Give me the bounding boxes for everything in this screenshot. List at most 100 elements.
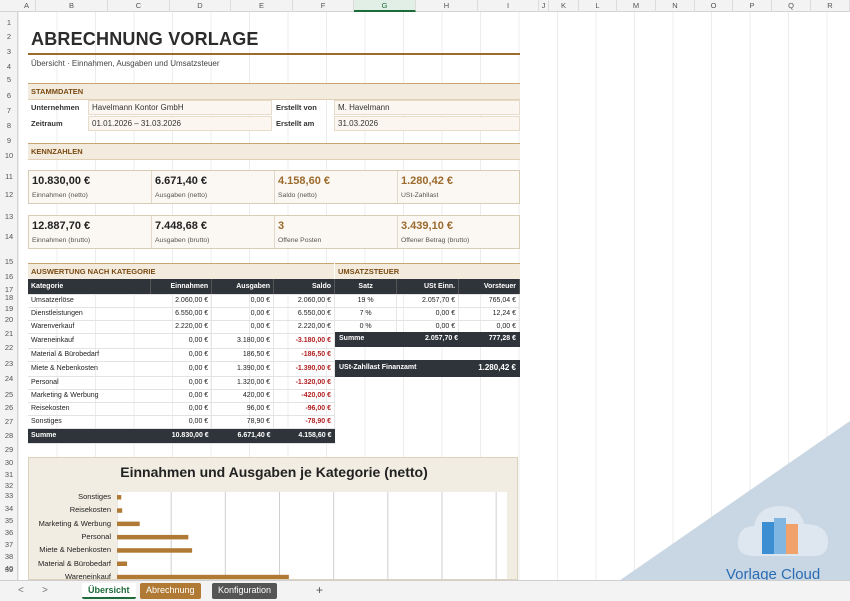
table-row[interactable]: Reisekosten 0,00 €96,00 € -96,00 € <box>28 402 335 416</box>
row-header-19[interactable]: 19 <box>0 304 18 313</box>
table-cell[interactable]: Reisekosten <box>28 402 151 416</box>
table-cell[interactable]: 420,00 € <box>211 389 275 403</box>
table-cell[interactable]: Sonstiges <box>28 415 151 429</box>
table-cell[interactable]: 186,50 € <box>211 348 275 362</box>
row-header-11[interactable]: 11 <box>0 172 18 181</box>
column-header-R[interactable]: R <box>811 0 850 12</box>
table-row[interactable]: 19 % 2.057,70 €765,04 € <box>335 294 520 308</box>
table-cell[interactable]: 78,90 € <box>211 415 275 429</box>
tab-konfiguration[interactable]: Konfiguration <box>212 583 278 599</box>
table-cell[interactable]: 765,04 € <box>458 294 520 308</box>
table-cell[interactable]: Material & Bürobedarf <box>28 348 151 362</box>
kpi-offene-posten[interactable]: 3 Offene Posten <box>275 216 398 248</box>
table-cell[interactable]: -3.180,00 € <box>273 333 335 349</box>
column-header-E[interactable]: E <box>231 0 293 12</box>
row-header-3[interactable]: 3 <box>0 47 18 56</box>
table-cell[interactable]: 0,00 € <box>211 294 275 308</box>
table-cell[interactable]: 0,00 € <box>211 307 275 321</box>
table-cell[interactable]: Wareneinkauf <box>28 333 151 349</box>
row-header-8[interactable]: 8 <box>0 121 18 130</box>
column-header-A[interactable]: A <box>18 0 36 12</box>
row-header-35[interactable]: 35 <box>0 516 18 525</box>
row-header-24[interactable]: 24 <box>0 374 18 383</box>
table-cell[interactable]: 0,00 € <box>396 307 460 321</box>
table-cell[interactable]: 2.060,00 € <box>150 294 213 308</box>
row-header-25[interactable]: 25 <box>0 390 18 399</box>
table-cell[interactable]: Miete & Nebenkosten <box>28 361 151 377</box>
table-row[interactable]: Umsatzerlöse 2.060,00 €0,00 €2.060,00 € <box>28 294 335 308</box>
kpi-ausgaben-netto[interactable]: 6.671,40 € Ausgaben (netto) <box>152 171 275 203</box>
row-header-27[interactable]: 27 <box>0 417 18 426</box>
table-cell[interactable]: 2.057,70 € <box>396 294 460 308</box>
table-row[interactable]: Warenverkauf 2.220,00 €0,00 €2.220,00 € <box>28 320 335 334</box>
kpi-ausgaben-brutto[interactable]: 7.448,68 € Ausgaben (brutto) <box>152 216 275 248</box>
row-header-9[interactable]: 9 <box>0 136 18 145</box>
table-cell[interactable]: Dienstleistungen <box>28 307 151 321</box>
kpi-ust-zahllast[interactable]: 1.280,42 € USt-Zahllast <box>398 171 521 203</box>
field-erstellt-am[interactable]: 31.03.2026 <box>334 116 520 131</box>
row-header-1[interactable]: 1 <box>0 18 18 27</box>
field-unternehmen[interactable]: Havelmann Kontor GmbH <box>88 100 272 115</box>
column-header-K[interactable]: K <box>549 0 579 12</box>
bar-chart[interactable]: Einnahmen und Ausgaben je Kategorie (net… <box>28 457 518 580</box>
column-header-D[interactable]: D <box>170 0 231 12</box>
row-header-22[interactable]: 22 <box>0 343 18 352</box>
table-cell[interactable]: 19 % <box>335 294 398 308</box>
column-header-M[interactable]: M <box>617 0 656 12</box>
row-header-12[interactable]: 12 <box>0 190 18 199</box>
table-cell[interactable]: 0,00 € <box>211 320 275 334</box>
row-header-32[interactable]: 32 <box>0 481 18 490</box>
row-header-34[interactable]: 34 <box>0 504 18 513</box>
table-row[interactable]: 7 % 0,00 €12,24 € <box>335 307 520 321</box>
table-cell[interactable]: 6.550,00 € <box>150 307 213 321</box>
table-cell[interactable]: 0,00 € <box>150 348 213 362</box>
row-header-33[interactable]: 33 <box>0 491 18 500</box>
column-header-P[interactable]: P <box>733 0 772 12</box>
table-cell[interactable]: 0,00 € <box>150 415 213 429</box>
table-row[interactable]: Dienstleistungen 6.550,00 €0,00 €6.550,00… <box>28 307 335 321</box>
table-cell[interactable]: -96,00 € <box>273 402 335 416</box>
column-header-H[interactable]: H <box>416 0 478 12</box>
tab-abrechnung[interactable]: Abrechnung <box>140 583 201 599</box>
table-row[interactable]: Wareneinkauf 0,00 €3.180,00 € -3.180,00 € <box>28 333 335 349</box>
table-cell[interactable]: 0,00 € <box>150 333 213 349</box>
column-header-F[interactable]: F <box>293 0 354 12</box>
row-header-28[interactable]: 28 <box>0 431 18 440</box>
row-header-31[interactable]: 31 <box>0 470 18 479</box>
table-cell[interactable]: -78,90 € <box>273 415 335 429</box>
row-header-38[interactable]: 38 <box>0 552 18 561</box>
row-header-16[interactable]: 16 <box>0 272 18 281</box>
table-cell[interactable]: -420,00 € <box>273 389 335 403</box>
tab-nav-next[interactable]: > <box>42 585 48 596</box>
table-row[interactable]: Marketing & Werbung 0,00 €420,00 € -420,00… <box>28 389 335 403</box>
row-header-10[interactable]: 10 <box>0 151 18 160</box>
row-header-15[interactable]: 15 <box>0 257 18 266</box>
row-header-6[interactable]: 6 <box>0 91 18 100</box>
row-header-5[interactable]: 5 <box>0 75 18 84</box>
table-cell[interactable]: 2.220,00 € <box>150 320 213 334</box>
field-zeitraum[interactable]: 01.01.2026 – 31.03.2026 <box>88 116 272 131</box>
column-header-G[interactable]: G <box>354 0 416 12</box>
table-cell[interactable]: 96,00 € <box>211 402 275 416</box>
table-row[interactable]: Sonstiges 0,00 €78,90 € -78,90 € <box>28 415 335 429</box>
table-cell[interactable]: 7 % <box>335 307 398 321</box>
table-cell[interactable]: Marketing & Werbung <box>28 389 151 403</box>
row-header-29[interactable]: 29 <box>0 445 18 454</box>
column-header-I[interactable]: I <box>478 0 539 12</box>
kpi-einnahmen-brutto[interactable]: 12.887,70 € Einnahmen (brutto) <box>29 216 152 248</box>
row-header-37[interactable]: 37 <box>0 540 18 549</box>
table-row[interactable]: Material & Bürobedarf 0,00 €186,50 € -186,… <box>28 348 335 362</box>
row-header-36[interactable]: 36 <box>0 528 18 537</box>
table-cell[interactable]: Umsatzerlöse <box>28 294 151 308</box>
kpi-offener-betrag[interactable]: 3.439,10 € Offener Betrag (brutto) <box>398 216 521 248</box>
table-cell[interactable]: 0,00 € <box>150 389 213 403</box>
table-cell[interactable]: -186,50 € <box>273 348 335 362</box>
row-header-26[interactable]: 26 <box>0 403 18 412</box>
kpi-saldo-netto[interactable]: 4.158,60 € Saldo (netto) <box>275 171 398 203</box>
table-cell[interactable]: 0,00 € <box>150 361 213 377</box>
row-header-23[interactable]: 23 <box>0 359 18 368</box>
table-cell[interactable]: 1.320,00 € <box>211 376 275 390</box>
row-header-7[interactable]: 7 <box>0 106 18 115</box>
kpi-einnahmen-netto[interactable]: 10.830,00 € Einnahmen (netto) <box>29 171 152 203</box>
row-header-30[interactable]: 30 <box>0 458 18 467</box>
